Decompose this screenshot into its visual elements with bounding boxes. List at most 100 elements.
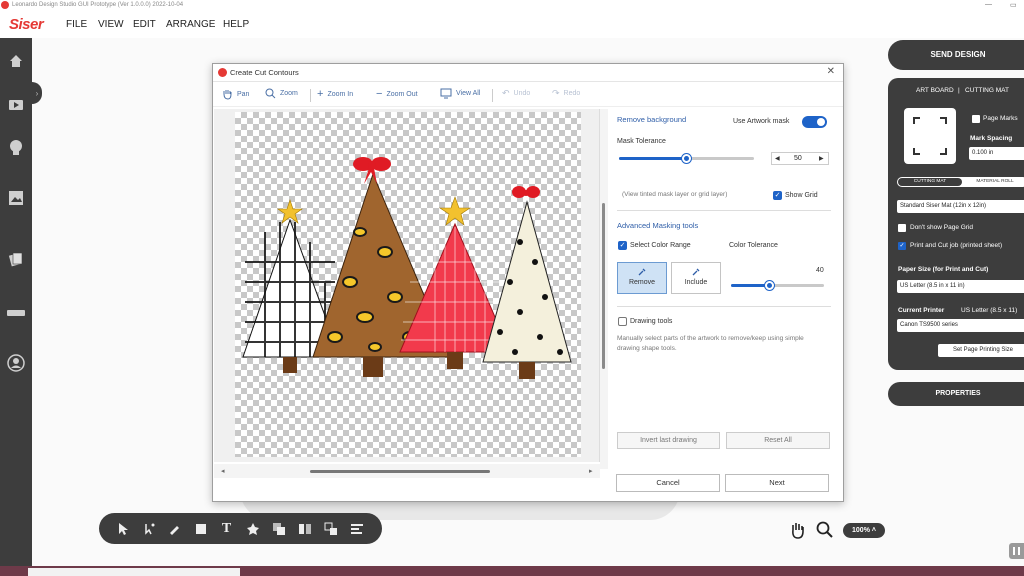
zoom-out-button[interactable]: − Zoom Out <box>376 88 418 100</box>
redo-icon: ↷ <box>552 88 560 98</box>
tab-material-roll[interactable]: MATERIAL ROLL <box>963 178 1024 186</box>
video-icon[interactable] <box>7 96 25 114</box>
include-label: Include <box>684 279 708 286</box>
artwork-preview[interactable] <box>214 109 600 462</box>
masking-settings-panel: Remove background Use Artwork mask Mask … <box>609 109 841 469</box>
undo-label: Undo <box>513 90 531 97</box>
mask-tolerance-slider[interactable] <box>619 154 754 163</box>
remove-background-title: Remove background <box>617 115 687 124</box>
view-all-button[interactable]: View All <box>440 88 480 99</box>
preview-vertical-scrollbar[interactable] <box>600 109 608 469</box>
close-icon[interactable]: ✕ <box>827 66 835 77</box>
dont-show-page-grid-checkbox[interactable] <box>898 224 906 232</box>
registration-marks-icon <box>913 117 947 155</box>
select-color-range-checkbox[interactable]: ✓ <box>618 241 627 250</box>
toolbar-divider <box>310 89 311 102</box>
dialog-titlebar: Create Cut Contours ✕ <box>213 64 843 82</box>
remove-mode-button[interactable]: Remove <box>617 262 667 294</box>
preview-horizontal-scrollbar[interactable]: ◂ ▸ <box>214 464 600 478</box>
drawing-tools-checkbox[interactable] <box>618 317 627 326</box>
scroll-left-icon[interactable]: ◂ <box>221 467 225 475</box>
redo-button[interactable]: ↷ Redo <box>552 88 580 99</box>
menu-file[interactable]: FILE <box>66 19 87 30</box>
slider-knob[interactable] <box>765 281 774 290</box>
scroll-right-icon[interactable]: ▸ <box>589 467 593 475</box>
menu-arrange[interactable]: ARRANGE <box>166 19 215 30</box>
mask-tolerance-value[interactable]: 50 <box>794 155 802 162</box>
minimize-icon[interactable]: — <box>985 1 992 8</box>
zoom-button[interactable]: Zoom <box>265 88 298 99</box>
cutting-mat-tab[interactable]: CUTTING MAT <box>965 87 1009 94</box>
home-icon[interactable] <box>7 52 25 70</box>
color-tolerance-slider[interactable] <box>731 281 824 290</box>
os-taskbar <box>0 566 1024 576</box>
menu-edit[interactable]: EDIT <box>133 19 156 30</box>
increment-icon[interactable]: ▶ <box>819 155 824 162</box>
toolbar-divider <box>492 89 493 102</box>
menu-help[interactable]: HELP <box>223 19 249 30</box>
eyedropper-icon <box>692 268 700 276</box>
menu-view[interactable]: VIEW <box>98 19 124 30</box>
zoom-magnifier-icon[interactable] <box>816 521 833 543</box>
remove-label: Remove <box>628 279 656 286</box>
star-shape-icon[interactable] <box>245 521 260 536</box>
pen-icon[interactable] <box>167 521 182 536</box>
cutting-mat-select[interactable]: Standard Siser Mat (12in x 12in) <box>897 200 1024 213</box>
mask-layer-note: (View tinted mask layer or grid layer) <box>622 191 728 198</box>
arrange-icon[interactable] <box>323 521 338 536</box>
cancel-button[interactable]: Cancel <box>616 474 720 492</box>
page-marks-label: Page Marks <box>983 115 1018 122</box>
dont-show-page-grid-label: Don't show Page Grid <box>910 224 974 231</box>
next-button[interactable]: Next <box>725 474 829 492</box>
zoom-in-button[interactable]: + Zoom In <box>317 88 353 100</box>
scroll-thumb[interactable] <box>310 470 490 473</box>
scroll-thumb[interactable] <box>602 203 605 369</box>
dialog-title: Create Cut Contours <box>230 68 299 77</box>
use-artwork-mask-toggle[interactable] <box>802 116 827 128</box>
invert-last-drawing-button[interactable]: Invert last drawing <box>617 432 720 449</box>
send-design-button[interactable]: SEND DESIGN <box>888 40 1024 70</box>
zoom-level-value: 100% <box>852 527 870 534</box>
page-marks-checkbox[interactable] <box>972 115 980 123</box>
printer-select[interactable]: Canon TS9500 series <box>897 319 1024 332</box>
decrement-icon[interactable]: ◀ <box>775 155 780 162</box>
maximize-icon[interactable]: ▭ <box>1010 1 1017 9</box>
pan-button[interactable]: Pan <box>221 88 249 100</box>
expand-sidebar-chevron-icon[interactable]: › <box>32 82 42 104</box>
tab-cutting-mat[interactable]: CUTTING MAT <box>898 178 962 186</box>
pan-label: Pan <box>237 90 250 98</box>
undo-button[interactable]: ↶ Undo <box>502 88 530 99</box>
print-and-cut-checkbox[interactable]: ✓ <box>898 242 906 250</box>
drawing-tools-description: Manually select parts of the artwork to … <box>617 335 804 352</box>
art-board-tab[interactable]: ART BOARD <box>916 87 954 94</box>
reset-all-button[interactable]: Reset All <box>726 432 830 449</box>
ruler-icon[interactable] <box>7 304 25 322</box>
show-grid-label: Show Grid <box>785 192 818 199</box>
taskbar-search[interactable] <box>28 568 240 576</box>
user-icon[interactable] <box>7 354 25 372</box>
rectangle-icon[interactable] <box>193 521 208 536</box>
align-icon[interactable] <box>349 521 364 536</box>
select-arrow-icon[interactable] <box>115 521 130 536</box>
set-page-printing-size-button[interactable]: Set Page Printing Size <box>938 344 1024 357</box>
mark-spacing-input[interactable]: 0.100 in <box>969 147 1024 160</box>
group-icon[interactable] <box>271 521 286 536</box>
show-grid-checkbox[interactable]: ✓ <box>773 191 782 200</box>
properties-button[interactable]: PROPERTIES <box>888 382 1024 406</box>
mask-tolerance-stepper[interactable]: ◀ 50 ▶ <box>771 152 829 165</box>
text-tool-icon[interactable]: T <box>219 521 234 536</box>
pause-icon[interactable] <box>1009 543 1024 559</box>
image-icon[interactable] <box>7 189 25 207</box>
eyedropper-icon <box>638 268 646 276</box>
paper-size-select[interactable]: US Letter (8.5 in x 11 in) <box>897 280 1024 293</box>
slider-knob[interactable] <box>682 154 691 163</box>
zoom-level-control[interactable]: 100% ˄ <box>843 523 885 538</box>
hand-pan-icon[interactable] <box>789 521 805 544</box>
include-mode-button[interactable]: Include <box>671 262 721 294</box>
layers-icon[interactable] <box>7 250 25 268</box>
redo-label: Redo <box>563 90 581 97</box>
flip-icon[interactable] <box>297 521 312 536</box>
node-edit-icon[interactable] <box>142 521 157 536</box>
lightbulb-icon[interactable] <box>7 139 25 157</box>
hand-icon <box>223 90 232 100</box>
